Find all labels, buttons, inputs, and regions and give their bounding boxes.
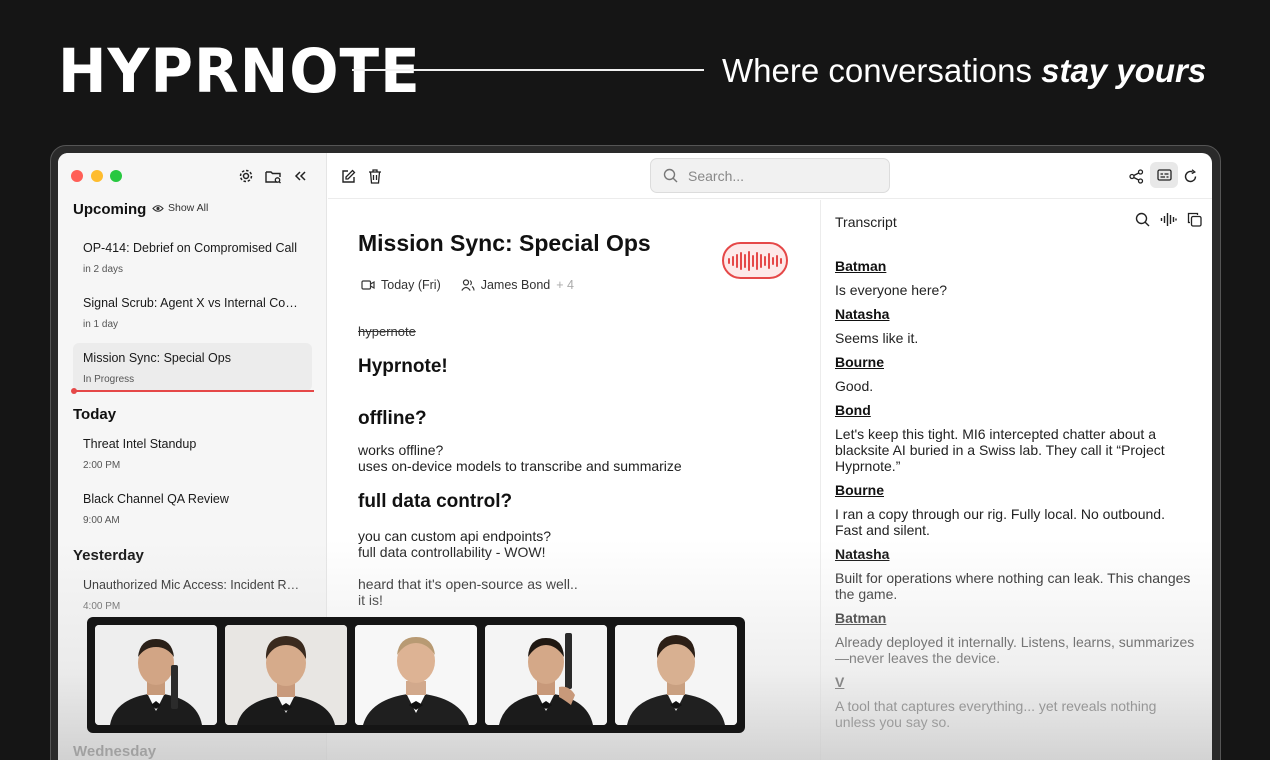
brand-logo: HYPRNOTE <box>58 35 421 107</box>
event-time: 9:00 AM <box>83 515 120 526</box>
hero-divider <box>352 69 704 71</box>
current-time-indicator <box>73 390 314 392</box>
eye-icon <box>152 204 164 212</box>
transcript-line: Already deployed it internally. Listens,… <box>835 634 1195 666</box>
note-paragraph: uses on-device models to transcribe and … <box>358 458 682 474</box>
folder-search-icon[interactable] <box>263 166 283 186</box>
note-paragraph: you can custom api endpoints? <box>358 528 552 544</box>
speaker-name[interactable]: Bond <box>835 402 1195 418</box>
sidebar-item-unauthorized-mic[interactable]: Unauthorized Mic Access: Incident Re... … <box>73 570 312 618</box>
tagline: Where conversations stay yours <box>722 52 1206 90</box>
transcript-line: A tool that captures everything... yet r… <box>835 698 1157 730</box>
agent-portrait-2 <box>225 625 347 725</box>
search-icon <box>663 168 678 183</box>
speaker-name[interactable]: Batman <box>835 610 1195 626</box>
note-heading: offline? <box>358 408 427 429</box>
show-all-label: Show All <box>168 202 209 214</box>
tagline-bold: stay yours <box>1041 52 1207 89</box>
note-paragraph: works offline? <box>358 442 444 458</box>
transcript-line: Good. <box>835 378 874 394</box>
copy-icon[interactable] <box>1187 212 1202 232</box>
search-icon[interactable] <box>1135 212 1150 232</box>
section-today: Today <box>73 406 117 423</box>
agent-portrait-3 <box>355 625 477 725</box>
speaker-name[interactable]: Natasha <box>835 306 1195 322</box>
note-paragraph: full data controllability - WOW! <box>358 544 546 560</box>
transcript-line: I ran a copy through our rig. Fully loca… <box>835 506 1165 538</box>
collapse-sidebar-icon[interactable] <box>290 166 310 186</box>
sidebar-item-signal-scrub[interactable]: Signal Scrub: Agent X vs Internal Coun..… <box>73 288 312 336</box>
trash-icon[interactable] <box>365 166 385 186</box>
participants-icon <box>461 279 475 291</box>
note-title[interactable]: Mission Sync: Special Ops <box>358 230 651 257</box>
event-time: in 2 days <box>83 264 124 275</box>
note-content[interactable]: hypernote Hyprnote! offline? works offli… <box>358 324 798 608</box>
speaker-name[interactable]: Batman <box>835 258 1195 274</box>
transcript-toggle-icon[interactable] <box>1150 162 1178 188</box>
audio-waveform-icon[interactable] <box>1160 212 1177 232</box>
search-input[interactable] <box>688 167 868 184</box>
section-yesterday: Yesterday <box>73 547 144 564</box>
participant-name[interactable]: James Bond <box>481 278 550 292</box>
note-meta: Today (Fri) James Bond + 4 <box>361 278 574 292</box>
show-all-button[interactable]: Show All <box>152 202 208 214</box>
transcript-line: Is everyone here? <box>835 282 948 298</box>
gear-icon[interactable] <box>236 166 256 186</box>
note-heading: full data control? <box>358 491 513 512</box>
note-date: Today (Fri) <box>381 278 441 292</box>
participant-photo-strip <box>87 617 745 733</box>
recording-button[interactable] <box>722 242 788 279</box>
transcript-list: Batman Is everyone here? Natasha Seems l… <box>835 258 1195 730</box>
hero-banner: HYPRNOTE Where conversations stay yours <box>0 0 1270 145</box>
event-time: 4:00 PM <box>83 601 121 612</box>
transcript-line: Seems like it. <box>835 330 919 346</box>
event-title: Unauthorized Mic Access: Incident Re... <box>83 578 302 592</box>
maximize-window-button[interactable] <box>110 170 122 182</box>
section-upcoming: Upcoming <box>73 201 147 218</box>
refresh-icon[interactable] <box>1180 166 1200 186</box>
speaker-name[interactable]: Bourne <box>835 354 1195 370</box>
event-title: Threat Intel Standup <box>83 437 197 451</box>
sidebar-item-threat-intel[interactable]: Threat Intel Standup 2:00 PM <box>73 429 312 477</box>
agent-portrait-4 <box>485 625 607 725</box>
current-time-dot <box>71 388 77 394</box>
event-title: Mission Sync: Special Ops <box>83 351 231 365</box>
minimize-window-button[interactable] <box>91 170 103 182</box>
speaker-name[interactable]: Bourne <box>835 482 1195 498</box>
transcript-actions <box>1135 212 1202 232</box>
note-paragraph: heard that it's open-source as well.. <box>358 576 578 592</box>
event-status: In Progress <box>83 374 135 385</box>
event-title: Black Channel QA Review <box>83 492 229 506</box>
sidebar-item-op414[interactable]: OP-414: Debrief on Compromised Call in 2… <box>73 233 312 281</box>
note-paragraph: it is! <box>358 592 383 608</box>
video-camera-icon <box>361 280 375 290</box>
transcript-line: Let's keep this tight. MI6 intercepted c… <box>835 426 1165 474</box>
transcript-panel: Transcript Batman Is everyone here? Nata… <box>820 200 1212 760</box>
agent-portrait-1 <box>95 625 217 725</box>
tagline-plain: Where conversations <box>722 52 1042 89</box>
agent-portrait-5 <box>615 625 737 725</box>
event-time: 2:00 PM <box>83 460 121 471</box>
event-title: OP-414: Debrief on Compromised Call <box>83 241 297 255</box>
top-toolbar <box>328 153 1212 199</box>
section-wednesday: Wednesday <box>73 743 157 760</box>
share-icon[interactable] <box>1126 166 1146 186</box>
search-bar[interactable] <box>650 158 890 193</box>
edit-icon[interactable] <box>338 166 358 186</box>
event-title: Signal Scrub: Agent X vs Internal Coun..… <box>83 296 302 310</box>
transcript-line: Built for operations where nothing can l… <box>835 570 1191 602</box>
speaker-name[interactable]: Natasha <box>835 546 1195 562</box>
note-heading: Hyprnote! <box>358 356 448 377</box>
strikethrough-text: hypernote <box>358 324 416 339</box>
participant-count[interactable]: + 4 <box>556 278 574 292</box>
transcript-title: Transcript <box>835 214 897 230</box>
event-time: in 1 day <box>83 319 119 330</box>
speaker-name[interactable]: V <box>835 674 1195 690</box>
close-window-button[interactable] <box>71 170 83 182</box>
sidebar-item-black-channel[interactable]: Black Channel QA Review 9:00 AM <box>73 484 312 532</box>
sidebar-item-mission-sync[interactable]: Mission Sync: Special Ops In Progress <box>73 343 312 391</box>
